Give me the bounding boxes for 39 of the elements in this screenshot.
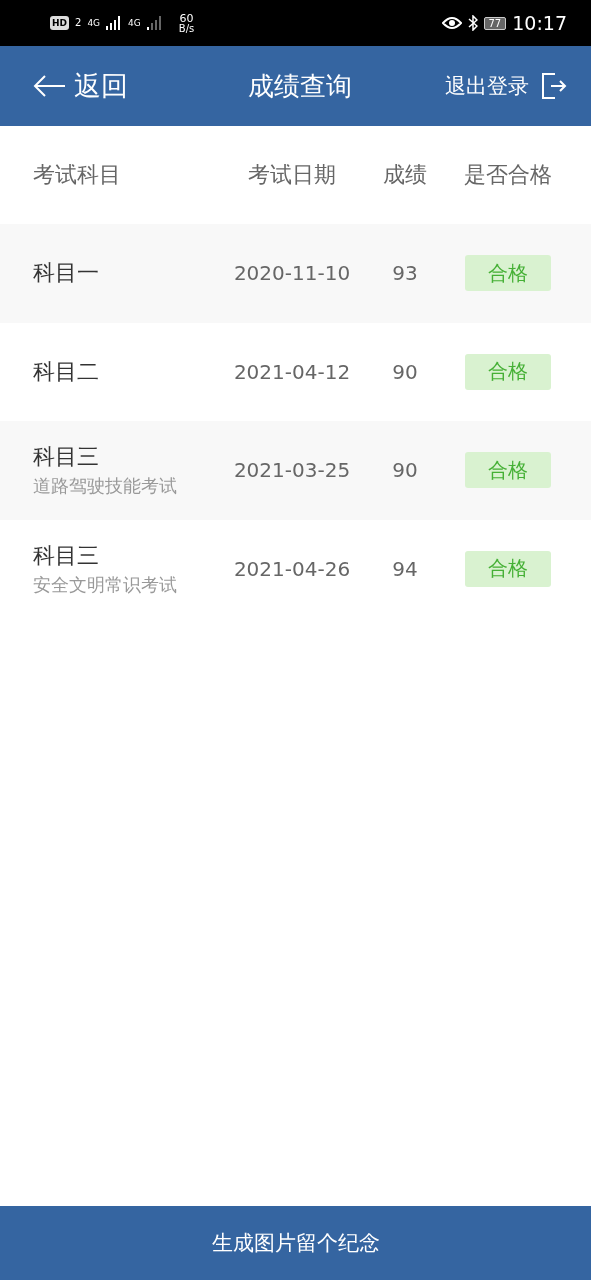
exam-date: 2021-03-25 [233,458,351,483]
eye-icon [441,16,462,30]
exam-score: 93 [392,261,418,286]
arrow-left-icon [32,74,66,98]
exam-score: 90 [392,359,418,384]
bluetooth-icon [467,15,478,31]
result-badge: 合格 [465,255,551,292]
subject-name: 科目三 [33,541,100,570]
signal-icon [146,16,163,30]
subject-note: 安全文明常识考试 [33,572,178,597]
result-badge: 合格 [465,452,551,489]
subject-name: 科目一 [33,259,100,288]
exam-date: 2021-04-26 [233,556,351,581]
hd-badge: HD [50,16,69,30]
column-header: 考试日期 [248,161,336,189]
speed-unit: B/s [178,23,195,34]
signal-icon [106,16,123,30]
battery-level: 77 [483,16,507,30]
subject-note: 道路驾驶技能考试 [33,474,178,499]
logout-icon [541,73,567,99]
back-button[interactable]: 返回 [32,68,128,104]
column-header: 成绩 [383,161,427,189]
exam-score: 94 [392,556,418,581]
exam-date: 2020-11-10 [233,261,351,286]
result-badge: 合格 [465,550,551,587]
network-label: 4G [128,18,141,28]
clock-time: 10:17 [512,13,567,33]
column-header: 考试科目 [33,161,121,189]
result-badge: 合格 [465,353,551,390]
subject-name: 科目二 [33,357,100,386]
network-label: 4G [87,18,101,28]
exam-date: 2021-04-12 [233,359,351,384]
speed-value: 60 [179,12,194,24]
sim-label: 2 [75,18,82,28]
page-title: 成绩查询 [247,69,352,103]
column-header: 是否合格 [464,161,552,189]
logout-button[interactable]: 退出登录 [445,72,567,100]
exam-score: 90 [392,458,418,483]
subject-name: 科目三 [33,443,100,472]
